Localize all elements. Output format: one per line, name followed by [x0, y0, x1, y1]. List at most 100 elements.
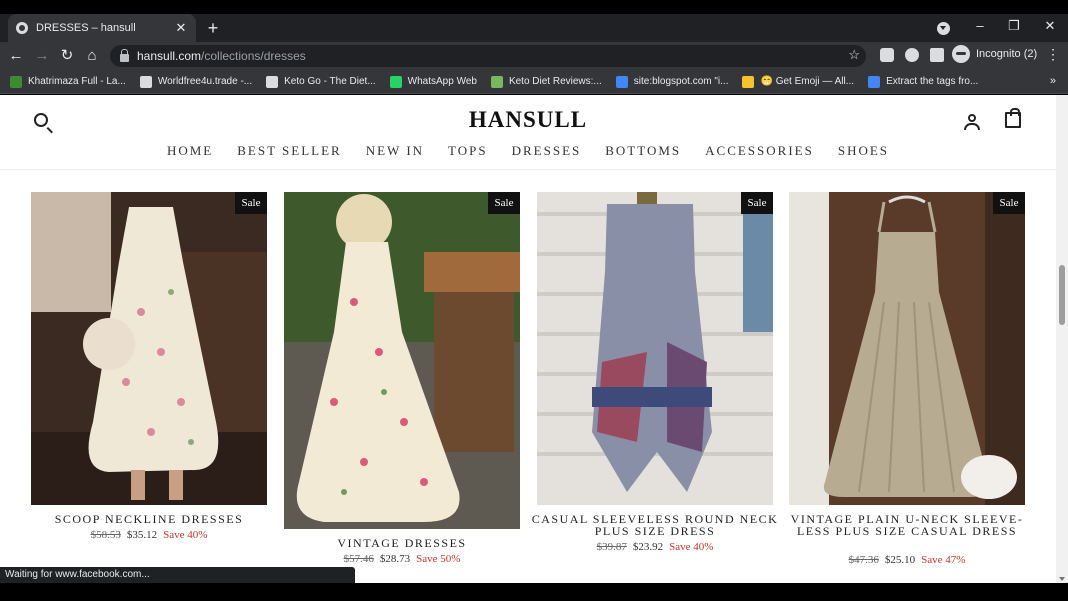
discount-label: Save 50%	[416, 553, 461, 565]
sale-price: $25.10	[884, 554, 916, 566]
url-path: /collections/dresses	[201, 49, 306, 63]
browser-tab[interactable]: DRESSES – hansull ✕	[8, 14, 196, 42]
bookmark-item[interactable]: Worldfree4u.trade -...	[139, 75, 253, 88]
sale-badge: Sale	[235, 192, 267, 214]
product-image[interactable]: Sale	[537, 192, 773, 505]
address-bar[interactable]: hansull.com /collections/dresses ☆	[110, 45, 866, 67]
bookmark-label: Keto Go - The Diet...	[284, 76, 376, 87]
menu-icon[interactable]: ⋮	[1046, 46, 1060, 63]
bookmark-item[interactable]: Keto Go - The Diet...	[266, 75, 376, 88]
bookmark-favicon-icon	[10, 75, 22, 88]
extension-icon[interactable]	[880, 48, 894, 62]
bookmark-favicon-icon	[266, 75, 279, 88]
extension-icon[interactable]	[905, 48, 919, 62]
account-icon[interactable]	[963, 113, 981, 131]
nav-item-tops[interactable]: TOPS	[448, 143, 488, 159]
original-price: $57.46	[343, 553, 374, 565]
close-window-button[interactable]: ✕	[1040, 18, 1060, 34]
bookmark-favicon-icon	[742, 75, 755, 88]
discount-label: Save 40%	[669, 541, 714, 553]
bookmark-favicon-icon	[868, 75, 881, 88]
bookmark-item[interactable]: Khatrimaza Full - La...	[10, 75, 126, 88]
globe-icon	[16, 22, 28, 34]
bookmark-label: Worldfree4u.trade -...	[157, 76, 253, 87]
bookmark-star-icon[interactable]: ☆	[848, 47, 860, 63]
bookmark-label: WhatsApp Web	[407, 76, 477, 87]
nav-item-best-seller[interactable]: BEST SELLER	[237, 143, 341, 159]
nav-divider	[0, 169, 1056, 170]
puzzle-icon[interactable]	[930, 48, 944, 62]
nav-item-bottoms[interactable]: BOTTOMS	[605, 143, 681, 159]
product-prices: $58.53 $35.12 Save 40%	[31, 529, 267, 541]
nav-item-home[interactable]: HOME	[167, 143, 213, 159]
bookmark-item[interactable]: Extract the tags fro...	[868, 75, 979, 88]
tab-strip: DRESSES – hansull ✕ + – ❐ ✕	[0, 14, 1068, 42]
bookmark-item[interactable]: WhatsApp Web	[389, 75, 477, 88]
forward-button[interactable]: →	[32, 46, 52, 66]
sale-price: $23.92	[632, 541, 664, 553]
back-button[interactable]: ←	[6, 46, 26, 66]
web-page: HANSULL HOME BEST SELLER NEW IN TOPS DRE…	[0, 95, 1056, 583]
bookmark-label: Keto Diet Reviews:...	[508, 76, 602, 87]
status-bar: Waiting for www.facebook.com...	[0, 567, 355, 583]
incognito-icon	[952, 45, 970, 63]
window-bottom-edge	[0, 583, 1068, 601]
sale-badge: Sale	[993, 192, 1025, 214]
product-prices: $57.46 $28.73 Save 50%	[284, 553, 520, 565]
bookmark-favicon-icon	[139, 75, 152, 88]
restore-button[interactable]: ❐	[1004, 18, 1024, 34]
new-tab-button[interactable]: +	[203, 17, 223, 39]
sale-price: $35.12	[126, 529, 158, 541]
minimize-button[interactable]: –	[970, 18, 990, 33]
sale-badge: Sale	[741, 192, 773, 214]
lock-icon	[120, 48, 129, 62]
bookmark-favicon-icon	[615, 75, 628, 88]
bookmarks-bar: Khatrimaza Full - La... Worldfree4u.trad…	[0, 70, 1068, 94]
nav-item-dresses[interactable]: DRESSES	[512, 143, 582, 159]
product-prices: $39.87 $23.92 Save 40%	[537, 541, 773, 553]
product-name[interactable]: VINTAGE DRESSES	[278, 537, 526, 549]
bookmark-label: site:blogspot.com "i...	[633, 76, 729, 87]
site-logo[interactable]: HANSULL	[0, 107, 1056, 133]
product-name[interactable]: SCOOP NECKLINE DRESSES	[25, 513, 273, 525]
nav-item-shoes[interactable]: SHOES	[838, 143, 889, 159]
sale-badge: Sale	[488, 192, 520, 214]
url-host: hansull.com	[137, 49, 202, 63]
discount-label: Save 40%	[163, 529, 208, 541]
original-price: $47.36	[848, 554, 879, 566]
bookmark-label: Extract the tags fro...	[886, 76, 979, 87]
product-name[interactable]: CASUAL SLEEVELESS ROUND NECK PLUS SIZE D…	[531, 513, 779, 537]
profile-button[interactable]: Incognito (2)	[952, 45, 1037, 63]
original-price: $58.53	[90, 529, 121, 541]
bookmark-item[interactable]: Keto Diet Reviews:...	[490, 75, 602, 88]
tab-search-icon[interactable]	[937, 22, 950, 35]
bookmarks-overflow-icon[interactable]: »	[1050, 75, 1056, 87]
reload-button[interactable]: ↻	[57, 46, 77, 66]
tab-title: DRESSES – hansull	[36, 22, 136, 34]
main-nav: HOME BEST SELLER NEW IN TOPS DRESSES BOT…	[0, 143, 1056, 159]
product-name[interactable]: VINTAGE PLAIN U-NECK SLEEVE-LESS PLUS SI…	[783, 513, 1031, 537]
nav-item-new-in[interactable]: NEW IN	[366, 143, 424, 159]
cart-icon[interactable]	[1005, 108, 1021, 128]
scroll-down-icon[interactable]	[1059, 577, 1065, 581]
home-button[interactable]: ⌂	[82, 46, 102, 66]
scrollbar-thumb[interactable]	[1059, 265, 1065, 325]
sale-price: $28.73	[379, 553, 411, 565]
nav-item-accessories[interactable]: ACCESSORIES	[705, 143, 814, 159]
original-price: $39.87	[596, 541, 627, 553]
product-prices: $47.36 $25.10 Save 47%	[789, 554, 1025, 566]
page-scrollbar[interactable]	[1056, 95, 1068, 583]
tab-close-icon[interactable]: ✕	[174, 20, 188, 36]
discount-label: Save 47%	[921, 554, 966, 566]
bookmark-item[interactable]: site:blogspot.com "i...	[615, 75, 729, 88]
bookmark-favicon-icon	[389, 75, 402, 88]
profile-label: Incognito (2)	[976, 48, 1038, 60]
product-image[interactable]: Sale	[31, 192, 267, 505]
bookmark-item[interactable]: 😁 Get Emoji — All...	[742, 75, 855, 88]
bookmark-favicon-icon	[490, 75, 503, 88]
product-image[interactable]: Sale	[789, 192, 1025, 505]
product-image[interactable]: Sale	[284, 192, 520, 529]
browser-toolbar: ← → ↻ ⌂ hansull.com /collections/dresses…	[0, 42, 1068, 70]
bookmark-label: Khatrimaza Full - La...	[28, 76, 126, 87]
bookmark-label: 😁 Get Emoji — All...	[760, 76, 855, 87]
